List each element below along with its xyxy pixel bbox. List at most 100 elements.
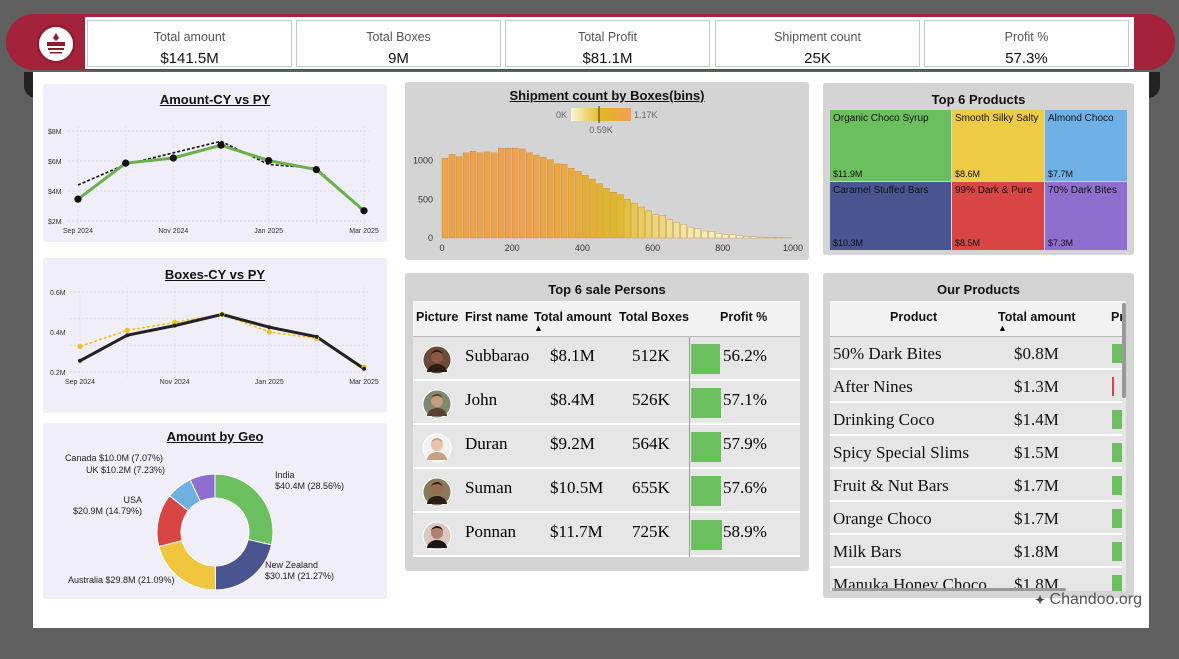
boxes-cy-py-card[interactable]: Boxes-CY vs PY 0.6M 0.4M 0.2M Sep 2024 Nov 2… [43,258,387,413]
y-tick-label: $6M [48,159,62,166]
horizontal-scrollbar[interactable] [832,588,1066,591]
shipment-histogram-card[interactable]: Shipment count by Boxes(bins) 1000 500 0 0 2… [405,82,809,260]
kpi-card-shipment-count[interactable]: Shipment count 25K [715,20,920,67]
footer-brand: ✦ Chandoo.org [1035,591,1142,609]
table-header-row: Picture First name Total amount ▲ Total … [413,301,800,337]
table-row[interactable]: John $8.4M 526K 57.1% [413,382,800,425]
avatar-icon [422,477,452,507]
histogram-bar [540,157,547,239]
treemap-tile[interactable]: Caramel Stuffed Bars $10.3M [830,182,951,250]
kpi-card-total-boxes[interactable]: Total Boxes 9M [296,20,501,67]
histogram-bar [687,226,694,239]
table-row[interactable]: Drinking Coco $1.4M [830,403,1122,436]
column-header-profit-pct[interactable]: Profit % [720,310,767,324]
x-tick-label: Mar 2025 [349,228,379,235]
table-row[interactable]: Milk Bars $1.8M [830,535,1122,568]
logo-icon [47,33,65,54]
profit-bar [691,344,720,374]
first-name-cell: John [465,390,498,409]
total-boxes-cell: 512K [632,346,670,365]
histogram-bar [750,236,758,239]
kpi-card-total-profit[interactable]: Total Profit $81.1M [505,20,710,67]
treemap-tile[interactable]: Smooth Silky Salty $8.6M [952,110,1044,181]
product-name-cell: Milk Bars [833,542,902,561]
table-row[interactable]: Duran $9.2M 564K 57.9% [413,426,800,469]
sort-ascending-icon[interactable]: ▲ [534,323,543,333]
table-row[interactable]: Subbarao $8.1M 512K 56.2% [413,338,800,381]
amount-geo-card[interactable]: Amount by Geo India $40.4M (28.56%) New Ze… [43,423,387,599]
product-name-cell: Fruit & Nut Bars [833,476,949,495]
table-title: Our Products [936,282,1021,297]
cy-data-point [74,195,82,203]
histogram-bar [504,147,512,239]
treemap-tile-value: $10.3M [833,238,864,248]
x-tick-label: Sep 2024 [65,379,95,386]
vertical-scrollbar[interactable] [1122,303,1126,398]
salespersons-card[interactable]: Top 6 sale Persons Picture First name To… [405,273,809,571]
products-treemap: Organic Choco Syrup $11.9M Smooth Silky Sa… [830,110,1127,250]
histogram-bar [596,183,603,239]
profit-pct-cell: 58.9% [723,522,767,541]
total-amount-cell: $1.5M [1014,443,1059,462]
treemap-tile-value: $7.7M [1048,169,1074,179]
profit-bar [1112,476,1122,495]
cy-data-point [360,207,368,215]
treemap-tile[interactable]: 99% Dark & Pure $8.5M [952,182,1044,250]
kpi-label: Total Boxes [366,30,431,44]
py-data-point [124,327,130,333]
histogram-bar [694,228,701,239]
table-row[interactable]: Suman $10.5M 655K 57.6% [413,470,800,513]
table-row[interactable]: Orange Choco $1.7M [830,502,1122,535]
cy-data-point [172,323,177,328]
profit-bar [1112,344,1122,363]
table-row[interactable]: Fruit & Nut Bars $1.7M [830,469,1122,502]
total-amount-cell: $10.5M [550,478,604,497]
column-header-product[interactable]: Product [890,310,937,324]
column-header-total-amount[interactable]: Total amount [998,310,1076,324]
sort-ascending-icon[interactable]: ▲ [998,323,1007,333]
slice-label: Canada $10.0M (7.07%) [65,453,163,463]
column-header-total-amount[interactable]: Total amount [534,310,612,324]
kpi-value: 9M [388,50,409,67]
table-row[interactable]: Spicy Special Slims $1.5M [830,436,1122,469]
column-header-first-name[interactable]: First name [465,310,528,324]
slice-label: UK $10.2M (7.23%) [86,465,165,475]
treemap-tile[interactable]: 70% Dark Bites $7.3M [1045,182,1127,250]
slice-label: India [275,470,295,480]
histogram-bar [526,152,533,239]
table-row[interactable]: After Nines $1.3M [830,370,1122,403]
histogram-bar [652,214,659,239]
slice-value-label: $40.4M (28.56%) [275,481,344,491]
column-header-total-boxes[interactable]: Total Boxes [619,310,689,324]
kpi-label: Total amount [153,30,226,44]
avatar-icon [422,345,452,375]
total-boxes-cell: 725K [632,522,670,541]
table-row[interactable]: 50% Dark Bites $0.8M [830,337,1122,370]
column-header-picture[interactable]: Picture [416,310,458,324]
slice-value-label: $20.9M (14.79%) [73,506,142,516]
y-tick-label: 0 [428,233,433,243]
total-amount-cell: $11.7M [550,522,603,541]
histogram-bar [519,148,526,239]
x-tick-label: 800 [715,243,730,253]
treemap-tile[interactable]: Organic Choco Syrup $11.9M [830,110,951,181]
slice-label: New Zealand [265,560,318,570]
histogram-bar [582,175,589,239]
kpi-card-profit-pct[interactable]: Profit % 57.3% [924,20,1129,67]
treemap-tile[interactable]: Almond Choco $7.7M [1045,110,1127,181]
footer-text: Chandoo.org [1049,591,1143,608]
x-tick-label: 1000 [783,243,803,253]
treemap-tile-value: $8.5M [955,238,981,248]
legend-max-label: 1.17K [634,110,658,120]
histogram-bar [575,171,582,239]
legend-min-label: 0K [556,110,567,120]
cy-data-point [169,154,177,162]
table-row[interactable]: Ponnan $11.7M 725K 58.9% [413,514,800,557]
histogram-bar [631,202,638,239]
our-products-card[interactable]: Our Products Product Total amount ▲ Pr 5… [823,273,1134,598]
top-products-card[interactable]: Top 6 Products Organic Choco Syrup $11.9M… [823,83,1134,255]
kpi-card-total-amount[interactable]: Total amount $141.5M [87,20,292,67]
amount-cy-py-card[interactable]: Amount-CY vs PY $8M $6M $4M $2M Sep 2024 Nov … [43,84,387,242]
profit-bar [691,476,721,506]
first-name-cell: Subbarao [465,346,530,365]
